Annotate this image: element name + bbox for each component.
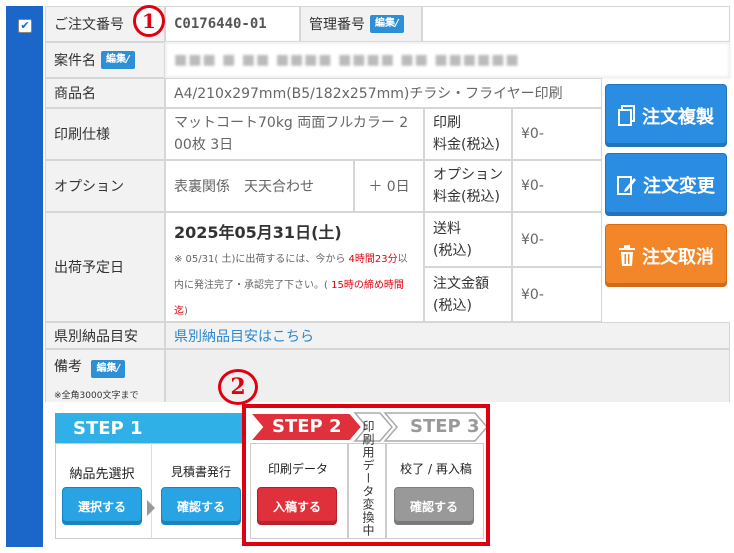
pencil-icon: / (395, 18, 399, 29)
pref-label: 県別納品目安 (45, 322, 165, 349)
step1-divider (151, 443, 152, 539)
option-label: オプション (45, 160, 165, 212)
copy-order-button[interactable]: 注文複製 (605, 84, 727, 147)
spec-value: マットコート70kg 両面フルカラー 2 00枚 3日 (165, 108, 424, 160)
memo-label-row: 備考 編集/ (54, 356, 126, 378)
pencil-icon: / (126, 54, 130, 65)
order-no-value: C0176440-01 (165, 6, 300, 42)
marker-one: 1 (133, 5, 165, 37)
product-value: A4/210x297mm(B5/182x257mm)チラシ・フライヤー印刷 (165, 78, 602, 108)
step1-header: STEP 1 (55, 413, 243, 443)
memo-note: ※全角3000文字まで (54, 390, 139, 401)
cancel-order-label: 注文取消 (642, 246, 714, 268)
total-label-1: 注文金額 (433, 275, 489, 292)
edit-label: 編集 (96, 362, 117, 374)
option-fee-label-2: 料金(税込) (433, 189, 500, 205)
option-days: ＋ 0日 (354, 160, 424, 212)
ship-note-text: 内に発注完了・承認完了下さい。( (174, 280, 332, 291)
spec-label: 印刷仕様 (45, 108, 165, 160)
total-label: 注文金額 (税込) (424, 267, 512, 322)
selector-strip (6, 6, 43, 547)
ship-note-text: 以 (397, 254, 408, 265)
product-label: 商品名 (45, 78, 165, 108)
project-label: 案件名 (54, 53, 96, 69)
print-fee-label-1: 印刷 (433, 115, 461, 131)
pref-link[interactable]: 県別納品目安はこちら (174, 326, 314, 346)
postage-value: ¥0- (512, 212, 602, 267)
trash-icon (619, 244, 635, 266)
step2-highlight-frame (242, 404, 490, 546)
memo-label-cell: 備考 編集/ ※全角3000文字まで (45, 349, 165, 407)
ship-note-time: 4時間23分 (348, 254, 398, 265)
marker-two: 2 (218, 369, 258, 405)
postage-label-2: (税込) (433, 242, 472, 259)
project-value: ■■■ ■ ■■ ■■■■ ■■■■ ■■ ■■■■■■ (165, 42, 730, 78)
option-fee-value: ¥0- (512, 160, 602, 212)
memo-label: 備考 (54, 358, 82, 375)
total-value: ¥0- (512, 267, 602, 322)
print-fee-label-2: 料金(税込) (433, 137, 500, 153)
dest-label: 納品先選択 (69, 467, 135, 482)
spec-line-1: マットコート70kg 両面フルカラー 2 (174, 115, 409, 131)
row-checkbox[interactable]: ✔ (18, 19, 32, 33)
ship-label: 出荷予定日 (45, 212, 165, 322)
option-value: 表裏関係 天天合わせ (165, 160, 354, 212)
total-label-2: (税込) (433, 297, 472, 314)
option-fee-label: オプション 料金(税込) (424, 160, 512, 212)
postage-label: 送料 (税込) (424, 212, 512, 267)
mgmt-no-cell: 管理番号 編集/ (300, 6, 422, 42)
mgmt-edit-button[interactable]: 編集/ (370, 15, 404, 33)
arrow-right-icon (147, 500, 155, 516)
ship-note-text: ) (184, 306, 188, 317)
option-fee-label-1: オプション (433, 167, 503, 183)
edit-document-icon (617, 175, 636, 195)
change-order-label: 注文変更 (643, 175, 715, 197)
memo-edit-button[interactable]: 編集/ (91, 359, 126, 378)
dest-select-button[interactable]: 選択する (62, 487, 142, 525)
mgmt-no-value (422, 6, 730, 42)
copy-icon (618, 104, 635, 126)
ship-note-deadline: 15時の締め時間 (331, 280, 404, 291)
edit-label: 編集 (375, 18, 395, 29)
copy-order-label: 注文複製 (642, 106, 714, 128)
project-edit-button[interactable]: 編集/ (101, 51, 135, 69)
estimate-confirm-button[interactable]: 確認する (161, 487, 241, 525)
estimate-label: 見積書発行 (170, 465, 231, 479)
cancel-order-button[interactable]: 注文取消 (605, 224, 727, 287)
pref-link-cell: 県別納品目安はこちら (165, 322, 730, 349)
edit-label: 編集 (106, 54, 126, 65)
pencil-icon: / (116, 362, 121, 374)
ship-value: 2025年05月31日(土) ※ 05/31( 土)に出荷するには、今から 4時… (165, 212, 424, 322)
print-fee-value: ¥0- (512, 108, 602, 160)
ship-date: 2025年05月31日(土) (174, 223, 342, 242)
mgmt-no-label: 管理番号 (309, 17, 365, 33)
change-order-button[interactable]: 注文変更 (605, 153, 727, 216)
print-fee-label: 印刷 料金(税込) (424, 108, 512, 160)
row-selector-bar: ✔ (0, 0, 45, 553)
ship-note-text: ※ 05/31( 土)に出荷するには、今から (174, 254, 349, 265)
project-label-cell: 案件名 編集/ (45, 42, 165, 78)
ship-note-deadline: 迄 (174, 306, 184, 317)
ship-note: ※ 05/31( 土)に出荷するには、今から 4時間23分以 内に発注完了・承認… (174, 247, 408, 325)
postage-label-1: 送料 (433, 220, 461, 237)
spec-line-2: 00枚 3日 (174, 137, 234, 153)
